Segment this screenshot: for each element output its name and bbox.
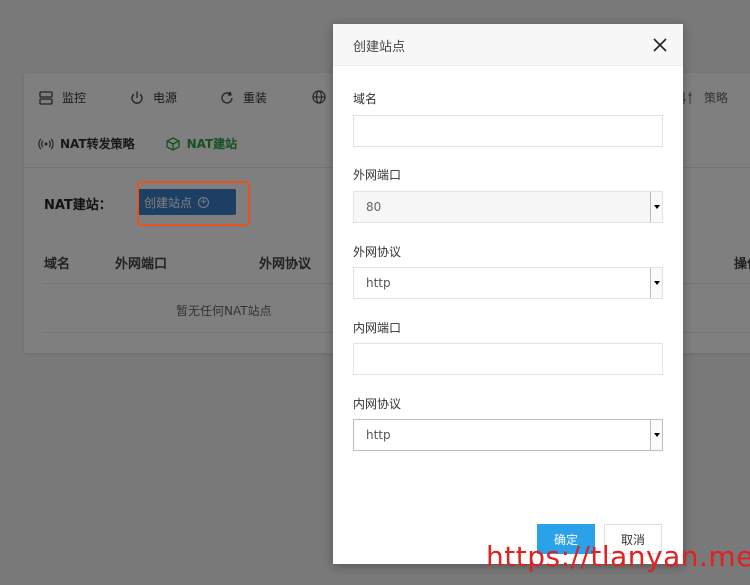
modal-title: 创建站点 [353,40,406,55]
int-proto-value: http [366,428,391,442]
ext-proto-label: 外网协议 [353,245,402,259]
chevron-down-icon[interactable] [650,192,662,222]
ext-proto-value: http [366,276,391,290]
watermark-text: https://tlanyan.me [486,540,750,573]
domain-label: 域名 [353,92,378,106]
ext-port-label: 外网端口 [353,168,402,182]
int-port-input[interactable] [353,343,663,375]
chevron-down-icon[interactable] [650,268,662,298]
int-port-label: 内网端口 [353,321,402,335]
create-button-highlight [137,181,250,226]
ext-port-value: 80 [366,200,382,214]
modal-header: 创建站点 [333,24,683,66]
ext-proto-select[interactable]: http [353,267,663,299]
chevron-down-icon[interactable] [650,420,662,450]
create-site-modal: 创建站点 域名 外网端口 80 外网协议 http 内网端口 内网协议 http… [333,24,683,564]
toolbar-policy[interactable]: 策略 [680,89,728,106]
close-icon[interactable] [653,37,667,52]
int-proto-select[interactable]: http [353,419,663,451]
ext-port-select[interactable]: 80 [353,191,663,223]
int-proto-label: 内网协议 [353,397,402,411]
domain-input[interactable] [353,115,663,147]
toolbar-policy-label: 策略 [704,91,729,105]
